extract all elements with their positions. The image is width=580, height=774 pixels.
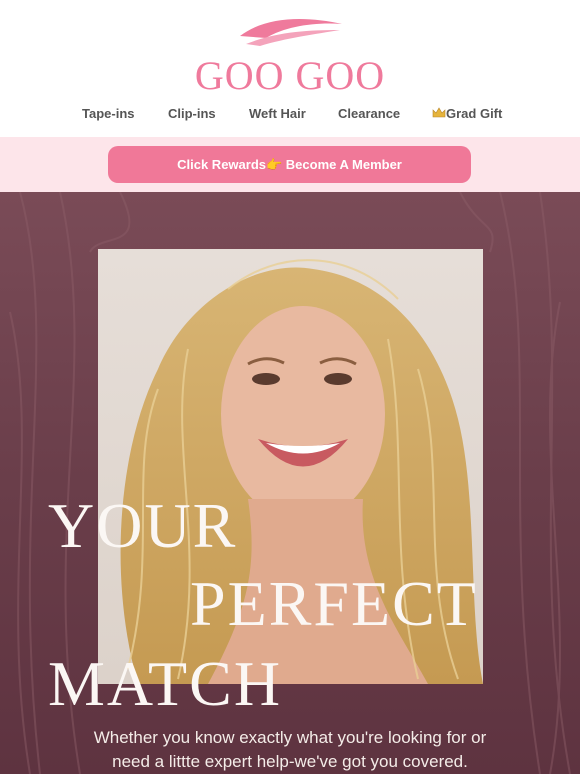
main-nav: Tape-ins Clip-ins Weft Hair Clearance Gr… (0, 106, 580, 126)
headline-line-3: MATCH (48, 648, 283, 719)
become-member-button[interactable]: Click Rewards👉 Become A Member (108, 146, 471, 183)
headline-line-1: YOUR (48, 490, 238, 561)
nav-item-clip-ins[interactable]: Clip-ins (168, 106, 216, 121)
hero-subtext-line-1: Whether you know exactly what you're loo… (93, 728, 487, 747)
hero-subtext-line-2: need a littte expert help-we've got you … (112, 752, 468, 771)
nav-item-grad-gift-label: Grad Gift (446, 106, 503, 121)
logo-swoosh-icon (240, 19, 342, 46)
brand-name: GOO GOO (194, 53, 386, 98)
headline-line-2: PERFECT (190, 568, 478, 639)
crown-icon (432, 107, 446, 118)
nav-item-clearance[interactable]: Clearance (338, 106, 400, 121)
nav-item-tape-ins[interactable]: Tape-ins (82, 106, 135, 121)
hero-banner[interactable]: YOUR PERFECT MATCH Whether you know exac… (0, 192, 580, 774)
hero-subtext: Whether you know exactly what you're loo… (0, 726, 580, 774)
nav-item-weft-hair[interactable]: Weft Hair (249, 106, 306, 121)
brand-logo[interactable]: GOO GOO (0, 14, 580, 98)
nav-item-grad-gift[interactable]: Grad Gift (432, 106, 502, 121)
